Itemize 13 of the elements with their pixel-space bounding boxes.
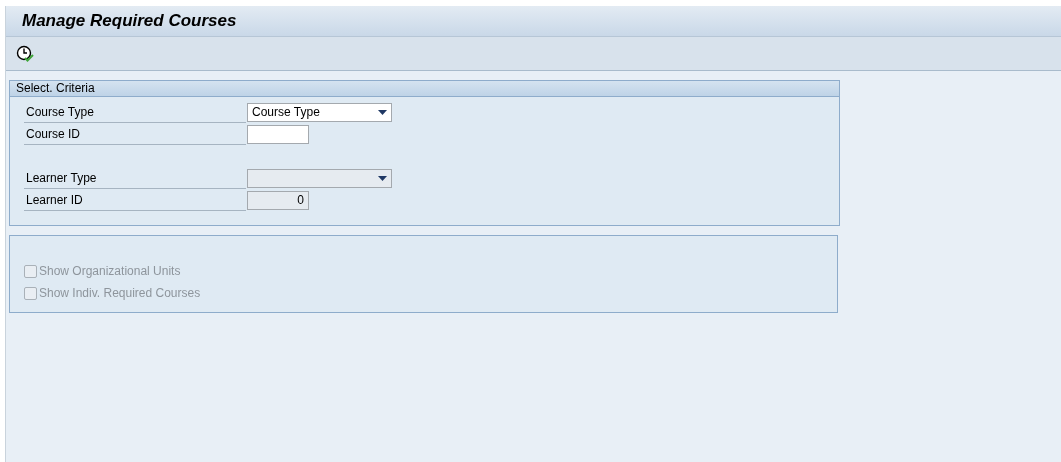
window-title: Manage Required Courses (22, 11, 237, 31)
input-field[interactable] (247, 124, 309, 144)
clock-check-icon[interactable] (16, 44, 34, 63)
field-label: Learner ID (24, 189, 246, 211)
checkbox-label: Show Organizational Units (39, 264, 181, 278)
field-label: Learner Type (24, 167, 246, 189)
field-label: Course Type (24, 101, 246, 123)
checkbox-label: Show Indiv. Required Courses (39, 286, 201, 300)
group-title: Select. Criteria (10, 81, 839, 97)
caret-icon (378, 109, 387, 115)
caret-icon (378, 175, 387, 181)
field-label: Course ID (24, 123, 246, 145)
dropdown-field[interactable]: Course Type (247, 102, 392, 122)
